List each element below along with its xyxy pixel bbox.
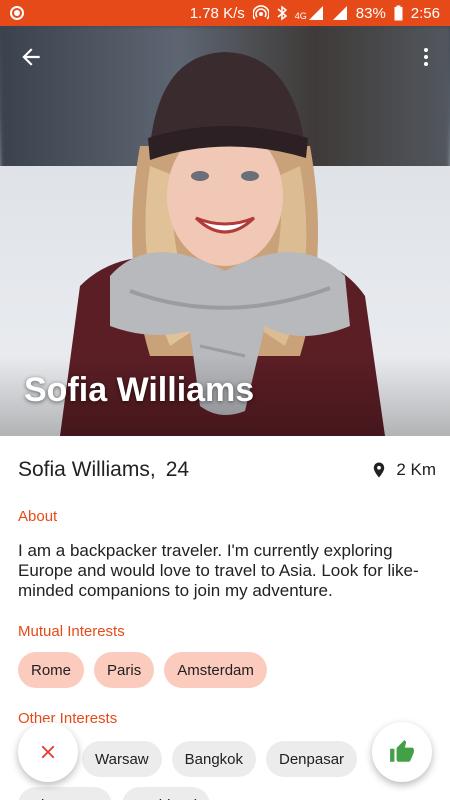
profile-photo: Sofia Williams: [0, 26, 450, 436]
mutual-interests: Rome Paris Amsterdam: [18, 652, 432, 688]
interest-chip[interactable]: Singapore: [18, 787, 113, 800]
interest-chip[interactable]: Denpasar: [266, 741, 358, 777]
bluetooth-icon: [277, 5, 287, 21]
like-button[interactable]: [372, 722, 432, 782]
signal-icon: [308, 6, 323, 20]
notification-icon: [10, 6, 24, 20]
close-icon: [41, 745, 55, 759]
battery-level: 83%: [355, 4, 386, 22]
location-pin-icon: [374, 462, 385, 478]
profile-age: 24: [165, 458, 190, 481]
interest-chip[interactable]: Warsaw: [82, 741, 162, 777]
interest-chip[interactable]: Rome: [18, 652, 85, 688]
battery-icon: [394, 5, 403, 21]
dislike-button[interactable]: [18, 722, 78, 782]
profile-name: Sofia Williams,: [18, 458, 156, 481]
about-title: About: [18, 508, 58, 525]
other-interests-title: Other Interests: [18, 710, 118, 727]
hero-name: Sofia Williams: [24, 371, 255, 409]
interest-chip[interactable]: Paris: [94, 652, 155, 688]
back-button[interactable]: [18, 44, 44, 70]
interest-chip[interactable]: Bangkok: [171, 741, 256, 777]
clock: 2:56: [410, 4, 440, 22]
mutual-interests-title: Mutual Interests: [18, 623, 125, 640]
interest-chip[interactable]: Amsterdam: [164, 652, 267, 688]
network-type: 4G: [294, 11, 307, 21]
more-vert-icon: [424, 48, 428, 66]
interest-chip[interactable]: Krabi Nai: [122, 787, 211, 800]
arrow-left-icon: [22, 48, 40, 66]
more-options-button[interactable]: [414, 44, 438, 70]
thumb-up-icon: [390, 740, 414, 762]
distance-value: 2 Km: [396, 460, 436, 479]
name-row: Sofia Williams, 24 2 Km: [18, 436, 436, 504]
network-speed: 1.78 K/s: [189, 4, 245, 22]
other-interests-row-2: Singapore Krabi Nai: [18, 787, 432, 800]
about-text: I am a backpacker traveler. I'm currentl…: [18, 541, 419, 600]
distance: 2 Km: [370, 458, 436, 482]
signal-icon-secondary: [332, 6, 347, 20]
hotspot-icon: [252, 5, 269, 20]
status-bar: 1.78 K/s 4G 83% 2:56: [0, 0, 450, 26]
